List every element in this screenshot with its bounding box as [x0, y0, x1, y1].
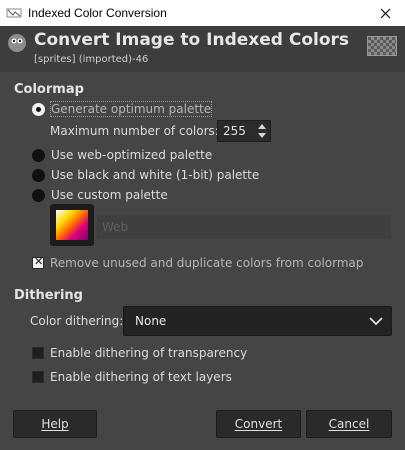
radio-custom-palette[interactable]: Use custom palette	[32, 186, 168, 204]
convert-button[interactable]: Convert	[216, 410, 301, 438]
color-dithering-value: None	[135, 314, 167, 328]
color-dithering-label: Color dithering:	[30, 314, 124, 328]
radio-indicator	[32, 148, 45, 162]
help-button[interactable]: Help	[13, 410, 97, 438]
dither-text-layers-checkbox[interactable]: Enable dithering of text layers	[32, 368, 232, 386]
gimp-wilber-icon	[8, 34, 26, 52]
dialog-title: Convert Image to Indexed Colors	[34, 30, 350, 50]
radio-label: Use black and white (1-bit) palette	[51, 168, 260, 182]
radio-web-optimized[interactable]: Use web-optimized palette	[32, 146, 212, 164]
checkbox-label: Enable dithering of transparency	[50, 346, 248, 360]
radio-generate-optimum[interactable]: Generate optimum palette	[32, 100, 213, 118]
radio-label: Use custom palette	[51, 188, 168, 202]
convert-button-label: Convert	[234, 417, 283, 431]
max-colors-value: 255	[223, 124, 246, 138]
spinner-arrows-icon[interactable]	[256, 122, 268, 140]
max-colors-spinner[interactable]: 255	[217, 120, 271, 142]
close-button[interactable]	[365, 0, 405, 26]
checkbox-label: Enable dithering of text layers	[50, 370, 232, 384]
color-dithering-select[interactable]: None	[123, 306, 392, 336]
dialog-header: Convert Image to Indexed Colors [sprites…	[0, 26, 405, 72]
max-colors-label: Maximum number of colors:	[50, 124, 219, 138]
colormap-section-title: Colormap	[14, 82, 84, 97]
window-title: Indexed Color Conversion	[28, 6, 167, 20]
close-icon	[380, 8, 390, 18]
help-button-label: Help	[41, 417, 69, 431]
cancel-button-label: Cancel	[328, 417, 370, 431]
window-titlebar: Indexed Color Conversion	[0, 0, 405, 26]
app-icon	[6, 8, 22, 18]
custom-palette-field: Web	[97, 215, 391, 239]
checkbox-indicator	[32, 371, 44, 383]
radio-indicator	[32, 102, 45, 116]
radio-black-white[interactable]: Use black and white (1-bit) palette	[32, 166, 259, 184]
palette-select-button[interactable]	[50, 204, 94, 246]
radio-label: Generate optimum palette	[49, 101, 213, 117]
cancel-button[interactable]: Cancel	[306, 410, 392, 438]
radio-indicator	[32, 188, 45, 202]
chevron-down-icon	[369, 317, 383, 326]
custom-palette-name: Web	[102, 220, 129, 234]
checkbox-indicator	[32, 255, 44, 269]
radio-indicator	[32, 168, 45, 182]
checkbox-indicator	[32, 347, 44, 359]
image-thumbnail	[367, 36, 397, 56]
dithering-section-title: Dithering	[14, 288, 83, 303]
dither-transparency-checkbox[interactable]: Enable dithering of transparency	[32, 344, 247, 362]
remove-unused-checkbox[interactable]: Remove unused and duplicate colors from …	[32, 254, 364, 272]
image-name: [sprites] (imported)-46	[34, 54, 149, 65]
checkbox-label: Remove unused and duplicate colors from …	[50, 256, 364, 270]
palette-preview-icon	[56, 210, 88, 240]
radio-label: Use web-optimized palette	[51, 148, 213, 162]
